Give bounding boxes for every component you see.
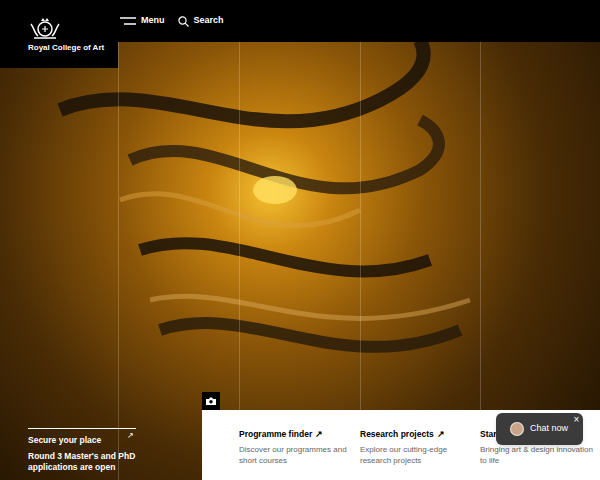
link-title: Star [480, 429, 497, 440]
grid-line [480, 0, 481, 480]
menu-button[interactable]: Menu [120, 14, 165, 28]
arrow-icon: ↗ [437, 429, 445, 440]
search-icon [178, 16, 189, 27]
arrow-icon: ↗ [127, 432, 134, 440]
link-card[interactable]: Research projects↗ Explore our cutting-ed… [360, 429, 480, 466]
promo[interactable]: ↗ Secure your place Round 3 Master's and… [28, 428, 136, 473]
link-description: Bringing art & design innovation to life [480, 444, 596, 466]
header-bar: Royal College of Art Menu Search [0, 0, 600, 42]
close-icon: × [574, 415, 580, 425]
menu-label: Menu [141, 14, 165, 28]
grid-line [118, 0, 119, 480]
arrow-icon: ↗ [315, 429, 323, 440]
grid-line [360, 0, 361, 480]
link-title: Research projects [360, 429, 434, 440]
link-title: Programme finder [239, 429, 312, 440]
logo[interactable]: Royal College of Art [0, 0, 118, 68]
link-description: Explore our cutting-edge research projec… [360, 444, 476, 466]
hero-photo [0, 0, 600, 480]
chat-widget[interactable]: Chat now [496, 413, 583, 445]
grid-line [239, 0, 240, 480]
promo-title: Secure your place [28, 435, 136, 446]
chat-label: Chat now [530, 422, 568, 436]
page: Royal College of Art Menu Search ↗ Secur… [0, 0, 600, 480]
camera-icon [206, 397, 216, 405]
link-title-row: Programme finder↗ [239, 429, 356, 440]
crest-icon [28, 16, 62, 40]
search-label: Search [194, 14, 224, 28]
link-description: Discover our programmes and short course… [239, 444, 356, 466]
menu-icon [120, 17, 136, 25]
logo-text: Royal College of Art [28, 43, 118, 53]
link-title-row: Research projects↗ [360, 429, 476, 440]
chat-close-button[interactable]: × [571, 414, 582, 425]
photo-credit-button[interactable] [202, 392, 220, 410]
link-card[interactable]: Programme finder↗ Discover our programmes… [239, 429, 360, 466]
avatar-icon [510, 422, 524, 436]
promo-text: Round 3 Master's and PhD applications ar… [28, 451, 136, 473]
search-button[interactable]: Search [178, 14, 224, 28]
promo-rule: ↗ Secure your place Round 3 Master's and… [28, 428, 136, 473]
